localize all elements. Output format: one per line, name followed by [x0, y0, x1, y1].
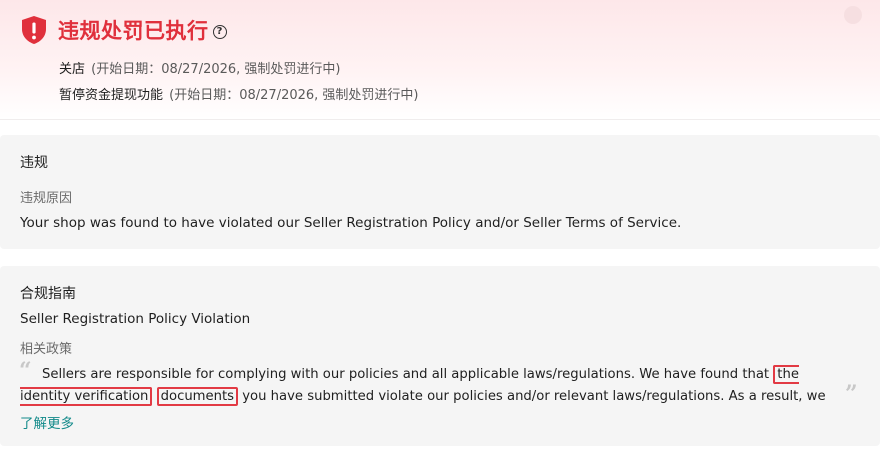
quote-text-before: Sellers are responsible for complying wi… — [42, 367, 774, 382]
page-title: 违规处罚已执行 — [58, 19, 209, 43]
penalty-name: 暂停资金提现功能 — [59, 88, 164, 103]
compliance-heading: 合规指南 — [20, 286, 76, 302]
question-circle-icon[interactable]: ? — [212, 24, 227, 39]
violation-card: 违规 违规原因 Your shop was found to have viol… — [0, 135, 880, 249]
policy-title: Seller Registration Policy Violation — [20, 311, 251, 327]
violation-page: 违规处罚已执行 ? 关店 (开始日期：08/27/2026, 强制处罚进行中) … — [0, 0, 880, 450]
quote-close-icon: ” — [845, 381, 858, 407]
penalty-item: 暂停资金提现功能 (开始日期：08/27/2026, 强制处罚进行中) — [59, 84, 419, 103]
corner-decoration — [844, 6, 862, 24]
shield-alert-icon — [22, 16, 46, 44]
penalty-meta: (开始日期：08/27/2026, 强制处罚进行中) — [169, 88, 419, 103]
banner-title-row: 违规处罚已执行 ? — [20, 14, 227, 46]
violation-reason-text: Your shop was found to have violated our… — [20, 215, 682, 231]
penalty-meta: (开始日期：08/27/2026, 强制处罚进行中) — [91, 62, 341, 77]
compliance-guide-card: 合规指南 Seller Registration Policy Violatio… — [0, 266, 880, 446]
penalty-item: 关店 (开始日期：08/27/2026, 强制处罚进行中) — [59, 58, 341, 77]
penalty-banner: 违规处罚已执行 ? 关店 (开始日期：08/27/2026, 强制处罚进行中) … — [0, 0, 880, 120]
related-policy-label: 相关政策 — [20, 342, 73, 357]
violation-reason-label: 违规原因 — [20, 191, 73, 206]
policy-quote: Sellers are responsible for complying wi… — [20, 364, 842, 408]
violation-heading: 违规 — [20, 155, 48, 171]
penalty-name: 关店 — [59, 62, 86, 77]
learn-more-link[interactable]: 了解更多 — [20, 412, 74, 432]
highlighted-text: documents — [156, 387, 239, 406]
